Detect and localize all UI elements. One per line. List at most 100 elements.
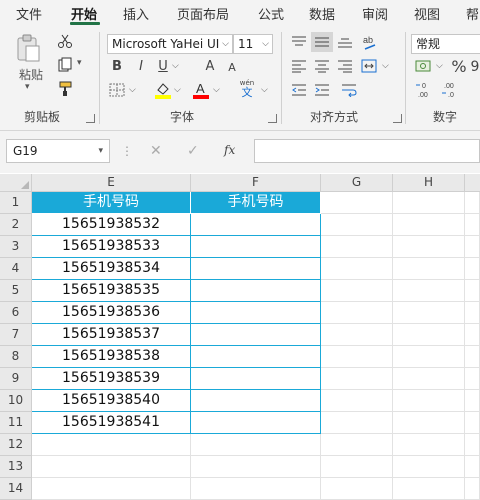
row-header[interactable]: 7 (0, 324, 32, 346)
clipboard-launcher-icon[interactable] (86, 114, 95, 123)
cell-e14[interactable] (32, 478, 191, 500)
cell-i13[interactable] (465, 456, 480, 478)
cell-e9[interactable]: 15651938539 (32, 368, 191, 390)
paste-icon[interactable] (14, 34, 42, 64)
cell-i12[interactable] (465, 434, 480, 456)
cell-g9[interactable] (321, 368, 393, 390)
underline-dropdown-icon[interactable]: ⌵ (172, 61, 179, 71)
cell-g11[interactable] (321, 412, 393, 434)
cell-h8[interactable] (393, 346, 465, 368)
cell-f8[interactable] (191, 346, 321, 368)
tab-file[interactable]: 文件 (16, 4, 42, 23)
font-color-icon[interactable]: A (192, 80, 210, 100)
cell-h10[interactable] (393, 390, 465, 412)
align-middle-icon[interactable] (311, 32, 333, 52)
chevron-down-icon[interactable]: ⌵ (262, 35, 269, 53)
cell-h7[interactable] (393, 324, 465, 346)
column-header-partial[interactable] (465, 174, 480, 192)
cell-i9[interactable] (465, 368, 480, 390)
chevron-down-icon[interactable]: ⌵ (222, 35, 229, 53)
cell-i8[interactable] (465, 346, 480, 368)
cell-e7[interactable]: 15651938537 (32, 324, 191, 346)
font-name-combo[interactable]: Microsoft YaHei UI ⌵ (107, 34, 233, 54)
align-right-icon[interactable] (336, 58, 354, 74)
cell-h13[interactable] (393, 456, 465, 478)
cell-g2[interactable] (321, 214, 393, 236)
cell-i3[interactable] (465, 236, 480, 258)
cell-g7[interactable] (321, 324, 393, 346)
cut-icon[interactable] (56, 32, 74, 50)
cell-f5[interactable] (191, 280, 321, 302)
copy-dropdown-icon[interactable]: ▾ (77, 58, 82, 68)
cell-g13[interactable] (321, 456, 393, 478)
row-header[interactable]: 4 (0, 258, 32, 280)
row-header[interactable]: 8 (0, 346, 32, 368)
enter-check-icon[interactable]: ✓ (187, 143, 199, 159)
row-header[interactable]: 14 (0, 478, 32, 500)
cell-i7[interactable] (465, 324, 480, 346)
format-painter-icon[interactable] (56, 80, 74, 98)
cell-i6[interactable] (465, 302, 480, 324)
fill-color-dropdown-icon[interactable]: ⌵ (174, 85, 181, 95)
number-format-combo[interactable]: 常规 (411, 34, 480, 54)
cell-e2[interactable]: 15651938532 (32, 214, 191, 236)
cell-e8[interactable]: 15651938538 (32, 346, 191, 368)
cell-h2[interactable] (393, 214, 465, 236)
cell-g5[interactable] (321, 280, 393, 302)
cell-e13[interactable] (32, 456, 191, 478)
cell-f13[interactable] (191, 456, 321, 478)
cell-f2[interactable] (191, 214, 321, 236)
accounting-format-icon[interactable] (414, 58, 432, 74)
tab-page-layout[interactable]: 页面布局 (177, 4, 229, 23)
phonetic-guide-icon[interactable]: wén 文 (237, 78, 257, 100)
cell-i14[interactable] (465, 478, 480, 500)
cell-f3[interactable] (191, 236, 321, 258)
row-header[interactable]: 11 (0, 412, 32, 434)
cell-h4[interactable] (393, 258, 465, 280)
cell-g3[interactable] (321, 236, 393, 258)
orientation-icon[interactable]: ab (360, 32, 380, 52)
italic-icon[interactable]: I (134, 58, 148, 74)
cell-g12[interactable] (321, 434, 393, 456)
cell-h11[interactable] (393, 412, 465, 434)
row-header[interactable]: 13 (0, 456, 32, 478)
cell-e10[interactable]: 15651938540 (32, 390, 191, 412)
tab-review[interactable]: 审阅 (362, 4, 388, 23)
phonetic-dropdown-icon[interactable]: ⌵ (261, 85, 268, 95)
cell-f9[interactable] (191, 368, 321, 390)
column-header-g[interactable]: G (321, 174, 393, 192)
tab-formulas[interactable]: 公式 (258, 4, 284, 23)
align-bottom-icon[interactable] (336, 34, 354, 50)
increase-indent-icon[interactable] (313, 82, 331, 98)
splitter-handle-icon[interactable]: ⋮ (121, 144, 133, 158)
cell-f1[interactable]: 手机号码 (191, 192, 321, 214)
cell-i10[interactable] (465, 390, 480, 412)
cell-g10[interactable] (321, 390, 393, 412)
increase-decimal-icon[interactable]: 0.00 (414, 80, 436, 100)
chevron-down-icon[interactable]: ▾ (98, 140, 103, 162)
underline-icon[interactable]: U (156, 58, 170, 74)
paste-label[interactable]: 粘贴 (19, 66, 43, 83)
font-color-dropdown-icon[interactable]: ⌵ (213, 85, 220, 95)
cell-h12[interactable] (393, 434, 465, 456)
cell-e6[interactable]: 15651938536 (32, 302, 191, 324)
row-header[interactable]: 12 (0, 434, 32, 456)
merge-center-icon[interactable] (360, 58, 378, 74)
paste-dropdown-icon[interactable]: ▾ (25, 82, 30, 92)
row-header[interactable]: 2 (0, 214, 32, 236)
cell-f12[interactable] (191, 434, 321, 456)
bold-icon[interactable]: B (110, 58, 124, 74)
tab-data[interactable]: 数据 (309, 4, 335, 23)
cell-f14[interactable] (191, 478, 321, 500)
fill-color-icon[interactable] (154, 80, 172, 100)
row-header[interactable]: 10 (0, 390, 32, 412)
increase-font-icon[interactable]: A (203, 58, 217, 74)
decrease-font-icon[interactable]: A (225, 59, 239, 75)
cell-e11[interactable]: 15651938541 (32, 412, 191, 434)
cell-h6[interactable] (393, 302, 465, 324)
row-header[interactable]: 9 (0, 368, 32, 390)
formula-input[interactable] (254, 139, 480, 163)
accounting-dropdown-icon[interactable]: ⌵ (436, 61, 443, 71)
borders-icon[interactable] (108, 82, 126, 98)
align-center-icon[interactable] (313, 58, 331, 74)
